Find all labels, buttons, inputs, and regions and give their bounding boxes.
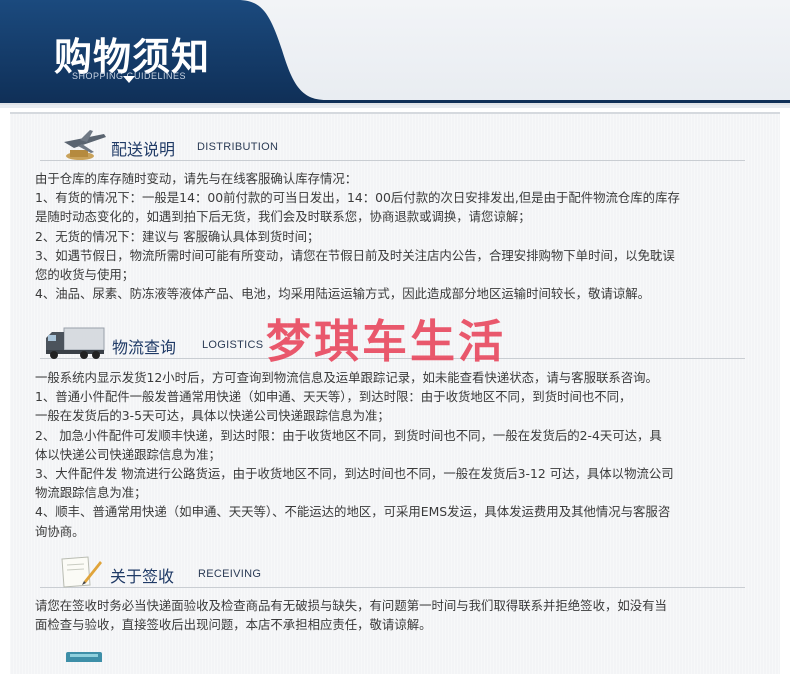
- text-line: 1、普通小件配件一般发普通常用快递（如申通、天天等），到达时限：由于收货地区不同…: [35, 389, 632, 405]
- section-title-distribution: 配送说明: [111, 140, 176, 159]
- text-line: 3、如遇节假日，物流所需时间可能有所变动，请您在节假日前及时关注店内公告，合理安…: [35, 247, 675, 263]
- text-line: 询协商。: [35, 523, 85, 539]
- distribution-text: 由于仓库的库存随时变动，请先与在线客服确认库存情况： 1、有货的情况下：一般是1…: [35, 169, 765, 303]
- text-line: 面检查与验收，直接签收后出现问题，本店不承担相应责任，敬请谅解。: [35, 617, 432, 633]
- text-line: 一般在发货后的3-5天可达，具体以快递公司快递跟踪信息为准；: [35, 408, 390, 424]
- airplane-icon: [64, 130, 106, 160]
- receiving-text: 请您在签收时务必当快递面验收及检查商品有无破损与缺失，有问题第一时间与我们取得联…: [35, 596, 765, 634]
- section-subtitle-distribution: DISTRIBUTION: [197, 141, 279, 153]
- text-line: 4、油品、尿素、防冻液等液体产品、电池，均采用陆运运输方式，因此造成部分地区运输…: [35, 286, 651, 302]
- text-line: 2、 加急小件配件可发顺丰快递，到达时限：由于收货地区不同，到货时间也不同，一般…: [35, 427, 662, 443]
- text-line: 是随时动态变化的，如遇到拍下后无货，我们会及时联系您，协商退款或调换，请您谅解；: [35, 209, 531, 225]
- text-line: 由于仓库的库存随时变动，请先与在线客服确认库存情况：: [35, 171, 358, 186]
- logistics-text: 一般系统内显示发货12小时后，方可查询到物流信息及运单跟踪记录，如未能查看快递状…: [35, 368, 765, 541]
- section-header-distribution: 配送说明 DISTRIBUTION: [40, 128, 745, 161]
- text-line: 请您在签收时务必当快递面验收及检查商品有无破损与缺失，有问题第一时间与我们取得联…: [35, 598, 667, 613]
- section-title-logistics: 物流查询: [112, 338, 177, 357]
- text-line: 1、有货的情况下：一般是14：00前付款的可当日发出，14：00后付款的次日安排…: [35, 190, 680, 206]
- text-line: 4、顺丰、普通常用快递（如申通、天天等）、不能运达的地区，可采用EMS发运，具体…: [35, 504, 671, 520]
- down-arrow-icon: [123, 76, 135, 83]
- text-line: 您的收货与使用；: [35, 267, 135, 283]
- text-line: 2、无货的情况下：建议与 客服确认具体到货时间；: [35, 228, 320, 244]
- section-subtitle-logistics: LOGISTICS: [202, 339, 264, 351]
- text-line: 一般系统内显示发货12小时后，方可查询到物流信息及运单跟踪记录，如未能查看快递状…: [35, 370, 658, 385]
- signing-paper-icon: [61, 556, 102, 588]
- store-watermark: 梦琪车生活: [266, 315, 507, 368]
- section-title-receiving: 关于签收: [110, 567, 175, 586]
- truck-icon: [46, 327, 105, 359]
- text-line: 物流跟踪信息为准；: [35, 485, 147, 501]
- text-line: 体以快递公司快递跟踪信息为准；: [35, 446, 221, 462]
- section-header-receiving: 关于签收 RECEIVING: [40, 555, 745, 588]
- section-subtitle-receiving: RECEIVING: [198, 568, 262, 580]
- text-line: 3、大件配件发 物流进行公路货运，由于收货地区不同，到达时间也不同，一般在发货后…: [35, 466, 674, 482]
- next-section-icon: [66, 652, 102, 662]
